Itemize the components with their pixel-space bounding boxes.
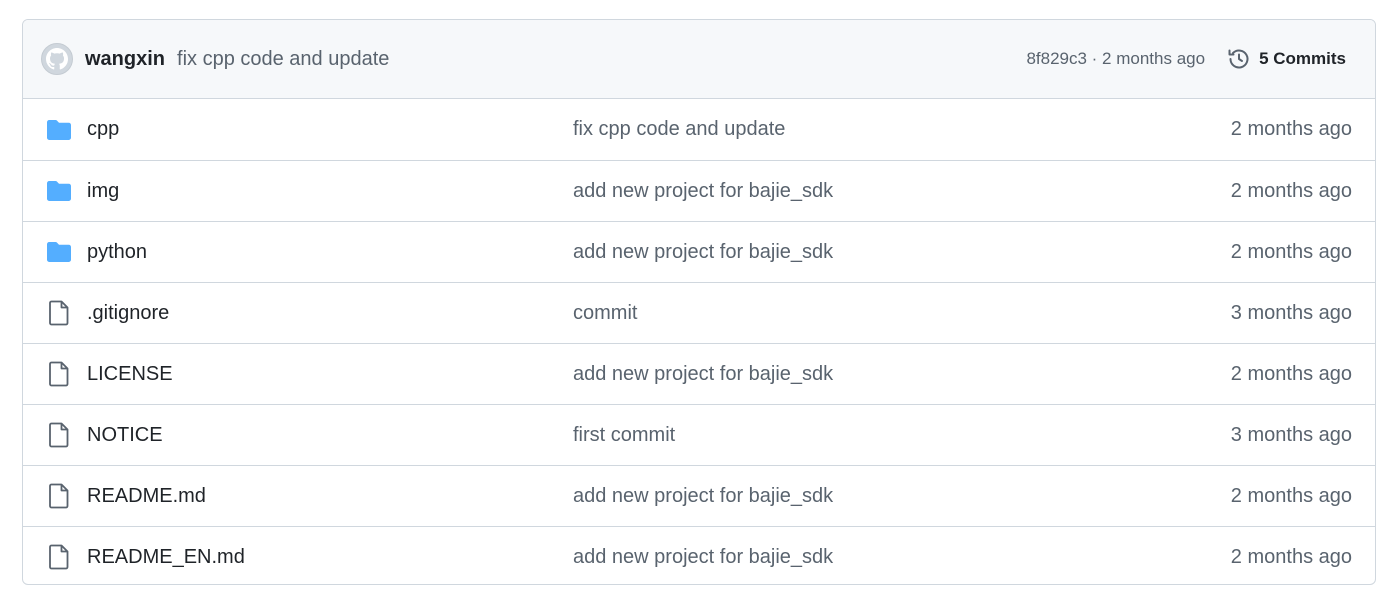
- commits-link[interactable]: 5 Commits: [1227, 47, 1346, 71]
- file-commit-age: 2 months ago: [1230, 118, 1352, 140]
- file-commit-message-link[interactable]: add new project for bajie_sdk: [573, 363, 1231, 386]
- latest-commit-bar: wangxin fix cpp code and update 8f829c3 …: [23, 20, 1375, 99]
- file-commit-message-link[interactable]: commit: [573, 302, 1231, 325]
- file-icon: [46, 483, 72, 509]
- file-commit-age: 2 months ago: [1230, 545, 1352, 568]
- file-row[interactable]: .gitignore commit 3 months ago: [23, 282, 1375, 343]
- file-name-link[interactable]: img: [87, 180, 573, 203]
- file-commit-message-link[interactable]: first commit: [573, 424, 1231, 447]
- file-name-link[interactable]: cpp: [87, 118, 573, 141]
- file-commit-age: 2 months ago: [1230, 179, 1352, 202]
- commit-meta[interactable]: 8f829c3 · 2 months ago: [1026, 49, 1205, 69]
- file-name-link[interactable]: README_EN.md: [87, 546, 573, 569]
- file-row[interactable]: python add new project for bajie_sdk 2 mon…: [23, 221, 1375, 282]
- file-commit-message-link[interactable]: fix cpp code and update: [573, 118, 1231, 141]
- file-commit-age: 2 months ago: [1230, 240, 1352, 263]
- file-commit-age: 3 months ago: [1230, 301, 1352, 324]
- file-row[interactable]: NOTICE first commit 3 months ago: [23, 404, 1375, 465]
- commit-author-link[interactable]: wangxin: [85, 48, 165, 71]
- file-name-link[interactable]: README.md: [87, 485, 573, 508]
- folder-icon: [46, 239, 72, 265]
- file-name-link[interactable]: NOTICE: [87, 424, 573, 447]
- file-commit-message-link[interactable]: add new project for bajie_sdk: [573, 485, 1231, 508]
- file-commit-age: 3 months ago: [1230, 423, 1352, 446]
- commit-message-link[interactable]: fix cpp code and update: [177, 48, 389, 71]
- file-icon: [46, 422, 72, 448]
- avatar[interactable]: [41, 43, 73, 75]
- file-icon: [46, 300, 72, 326]
- file-commit-age: 2 months ago: [1230, 484, 1352, 507]
- github-avatar-icon: [46, 48, 68, 70]
- file-name-link[interactable]: python: [87, 241, 573, 264]
- file-commit-message-link[interactable]: add new project for bajie_sdk: [573, 546, 1231, 569]
- file-list: cpp fix cpp code and update 2 months ago im…: [23, 99, 1375, 584]
- folder-icon: [46, 117, 72, 143]
- file-icon: [46, 361, 72, 387]
- file-commit-message-link[interactable]: add new project for bajie_sdk: [573, 180, 1231, 203]
- file-commit-message-link[interactable]: add new project for bajie_sdk: [573, 241, 1231, 264]
- file-browser: wangxin fix cpp code and update 8f829c3 …: [22, 19, 1376, 585]
- file-row[interactable]: README.md add new project for bajie_sdk 2 …: [23, 465, 1375, 526]
- file-name-link[interactable]: LICENSE: [87, 363, 573, 386]
- file-name-link[interactable]: .gitignore: [87, 302, 573, 325]
- commits-count-label: 5 Commits: [1259, 49, 1346, 68]
- file-row[interactable]: cpp fix cpp code and update 2 months ago: [23, 99, 1375, 160]
- file-row[interactable]: img add new project for bajie_sdk 2 months…: [23, 160, 1375, 221]
- file-icon: [46, 544, 72, 570]
- folder-icon: [46, 178, 72, 204]
- file-row[interactable]: LICENSE add new project for bajie_sdk 2 mo…: [23, 343, 1375, 404]
- file-row[interactable]: README_EN.md add new project for bajie_sd…: [23, 526, 1375, 584]
- history-icon: [1228, 49, 1249, 69]
- file-commit-age: 2 months ago: [1230, 362, 1352, 385]
